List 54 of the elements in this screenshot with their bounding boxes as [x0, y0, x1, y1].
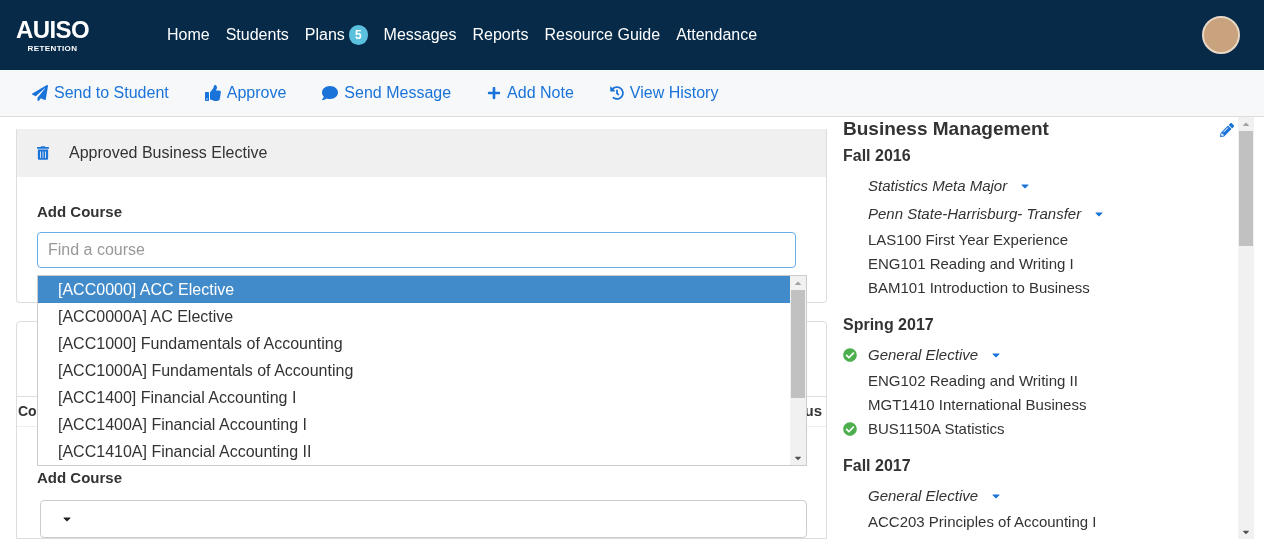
toolbar-link[interactable]: View History	[609, 81, 719, 105]
toolbar-link[interactable]: Send to Student	[32, 81, 169, 105]
trash-icon[interactable]	[37, 146, 49, 160]
toolbar-link[interactable]: Approve	[204, 81, 287, 105]
scroll-thumb[interactable]	[791, 290, 805, 398]
edit-pencil-icon[interactable]	[1220, 123, 1234, 137]
avatar[interactable]	[1202, 16, 1240, 54]
course-name: BUS1150A Statistics	[868, 418, 1005, 439]
course-name: ENG101 Reading and Writing I	[868, 253, 1074, 274]
course-name: MGT1410 International Business	[868, 394, 1087, 415]
elective-group-link[interactable]: General Elective	[868, 484, 1003, 508]
elective-group-link[interactable]: General Elective	[868, 343, 1003, 367]
nav-link[interactable]: Home	[167, 23, 210, 47]
add-course-label: Add Course	[37, 202, 123, 222]
dropdown-option[interactable]: [ACC1000] Fundamentals of Accounting	[38, 330, 790, 357]
term-heading: Fall 2016	[843, 146, 912, 166]
term-heading: Spring 2017	[843, 315, 935, 335]
toolbar-link[interactable]: Add Note	[487, 81, 574, 105]
speech-bubble-icon	[322, 85, 339, 101]
course-name: Approved Business Elective	[69, 143, 268, 163]
paper-plane-icon	[32, 85, 48, 101]
course-name: BAM101 Introduction to Business	[868, 277, 1090, 298]
course-name: LAS100 First Year Experience	[868, 229, 1069, 250]
nav-link[interactable]: Reports	[472, 23, 529, 47]
dropdown-option[interactable]: [ACC1400] Financial Accounting I	[38, 384, 790, 411]
dropdown-option[interactable]: [ACC1400A] Financial Accounting I	[38, 411, 790, 438]
elective-group-link[interactable]: Statistics Meta Major	[868, 174, 1032, 198]
elective-group-link[interactable]: Penn State-Harrisburg- Transfer	[868, 202, 1106, 226]
thumbs-up-icon	[204, 85, 221, 101]
course-select[interactable]	[40, 499, 807, 538]
course-name: ACC203 Principles of Accounting I	[868, 511, 1097, 532]
column-header: Co	[18, 402, 37, 421]
plus-icon	[487, 86, 502, 100]
scroll-thumb[interactable]	[1239, 131, 1253, 246]
nav-link[interactable]: Attendance	[676, 23, 758, 47]
dropdown-option[interactable]: [ACC0000A] AC Elective	[38, 303, 790, 330]
dropdown-option[interactable]: [ACC0000] ACC Elective	[38, 276, 790, 303]
logo[interactable]: AUISO RETENTION	[16, 12, 89, 58]
count-badge: 5	[348, 25, 368, 45]
add-course-label: Add Course	[37, 468, 123, 488]
nav-link[interactable]: Messages	[383, 23, 457, 47]
course-name: ENG102 Reading and Writing II	[868, 370, 1078, 391]
term-heading: Fall 2017	[843, 456, 912, 476]
dropdown-option[interactable]: [ACC1000A] Fundamentals of Accounting	[38, 357, 790, 384]
history-icon	[609, 86, 624, 100]
course-search-field[interactable]: Find a course	[37, 231, 796, 268]
nav-link[interactable]: Resource Guide	[544, 23, 661, 47]
program-title: Business Management	[843, 117, 1049, 141]
nav-link[interactable]: Plans 5	[304, 23, 368, 47]
scrollbar[interactable]	[790, 276, 806, 465]
scrollbar[interactable]	[1238, 117, 1254, 539]
nav-link[interactable]: Students	[225, 23, 289, 47]
dropdown-option[interactable]: [ACC1410A] Financial Accounting II	[38, 438, 790, 465]
toolbar-link[interactable]: Send Message	[322, 81, 452, 105]
